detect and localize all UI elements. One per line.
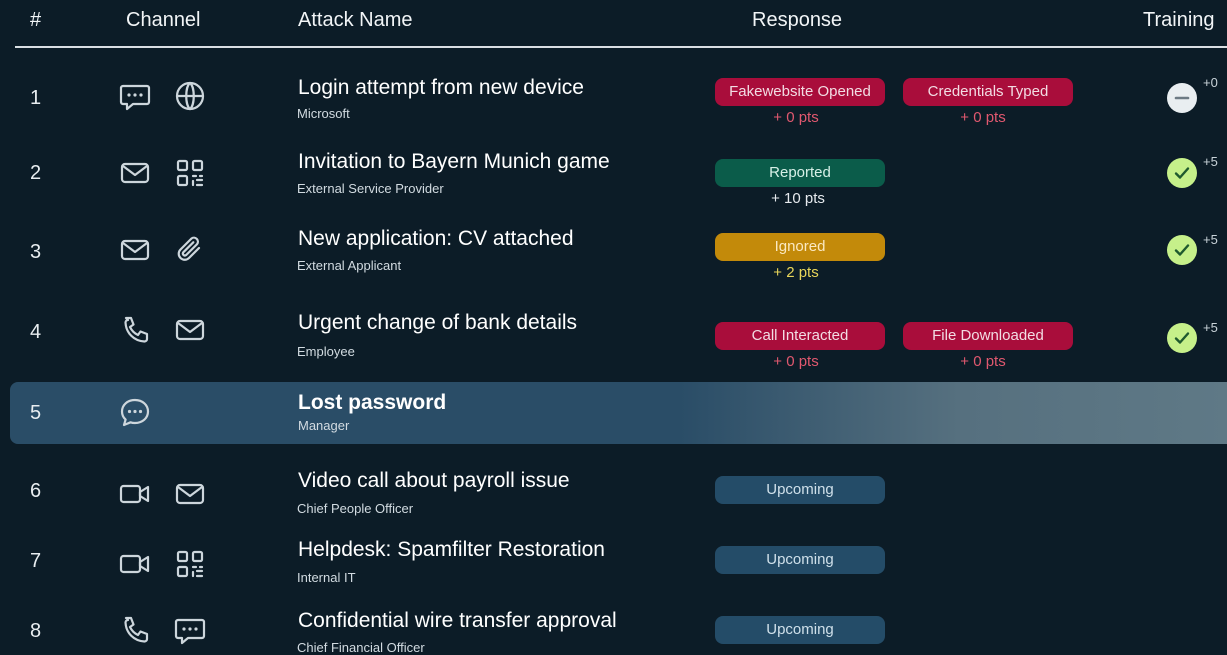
status-upcoming: Upcoming	[715, 476, 885, 504]
row-number: 8	[30, 620, 42, 642]
table-row[interactable]: 4 Urgent change of bank details Employee…	[0, 302, 1227, 372]
attack-title: Lost password	[298, 391, 447, 414]
response-points: + 0 pts	[960, 109, 1006, 126]
minus-icon	[1167, 83, 1197, 113]
paperclip-icon	[173, 233, 207, 267]
table-row[interactable]: 7 Helpdesk: Spamfilter Restoration Inter…	[0, 530, 1227, 600]
response-points: + 10 pts	[771, 190, 825, 207]
mail-icon	[118, 156, 152, 190]
attack-sender: External Applicant	[297, 258, 402, 273]
column-header-channel: Channel	[126, 9, 201, 31]
chat-dots-icon	[118, 395, 152, 429]
mail-icon	[173, 477, 207, 511]
response-points: + 0 pts	[960, 353, 1006, 370]
row-number: 3	[30, 241, 42, 263]
response-badge: Credentials Typed	[903, 78, 1073, 106]
column-header-number: #	[30, 9, 42, 31]
row-number: 1	[30, 87, 42, 109]
row-number: 2	[30, 162, 42, 184]
column-header-attack-name: Attack Name	[298, 9, 413, 31]
training-points: +5	[1203, 154, 1218, 169]
response-badge: Call Interacted	[715, 322, 885, 350]
response-badge: File Downloaded	[903, 322, 1073, 350]
table-row[interactable]: 6 Video call about payroll issue Chief P…	[0, 460, 1227, 530]
attack-sender: External Service Provider	[297, 181, 444, 196]
attack-title: New application: CV attached	[298, 227, 574, 250]
attack-title: Helpdesk: Spamfilter Restoration	[298, 538, 605, 561]
table-row[interactable]: 2 Invitation to Bayern Munich game Exter…	[0, 137, 1227, 207]
training-points: +0	[1203, 75, 1218, 90]
row-number: 4	[30, 321, 42, 343]
attack-title: Video call about payroll issue	[298, 469, 570, 492]
status-upcoming: Upcoming	[715, 546, 885, 574]
header-divider	[15, 46, 1227, 48]
row-number: 7	[30, 550, 42, 572]
attack-title: Login attempt from new device	[298, 76, 584, 99]
chat-icon	[118, 79, 152, 113]
attack-sender: Internal IT	[297, 570, 356, 585]
phone-icon	[118, 613, 152, 647]
table-row[interactable]: 1 Login attempt from new device Microsof…	[0, 62, 1227, 132]
attack-title: Urgent change of bank details	[298, 311, 578, 334]
attack-sender: Chief Financial Officer	[297, 640, 425, 655]
check-icon	[1167, 323, 1197, 353]
video-icon	[118, 477, 152, 511]
response-points: + 0 pts	[773, 353, 819, 370]
row-number: 6	[30, 480, 42, 502]
status-upcoming: Upcoming	[715, 616, 885, 644]
response-badge: Ignored	[715, 233, 885, 261]
attack-sender: Employee	[297, 344, 355, 359]
attack-sender: Microsoft	[297, 106, 350, 121]
mail-icon	[173, 313, 207, 347]
qr-code-icon	[173, 547, 207, 581]
row-number: 5	[30, 402, 42, 424]
table-row-selected[interactable]: 5 Lost password Manager	[10, 382, 1227, 444]
globe-icon	[173, 79, 207, 113]
attack-sender: Manager	[298, 418, 350, 433]
response-badge: Fakewebsite Opened	[715, 78, 885, 106]
attack-title: Confidential wire transfer approval	[298, 609, 617, 632]
column-header-training: Training	[1143, 9, 1215, 31]
qr-code-icon	[173, 156, 207, 190]
table-row[interactable]: 8 Confidential wire transfer approval Ch…	[0, 600, 1227, 655]
training-points: +5	[1203, 320, 1218, 335]
mail-icon	[118, 233, 152, 267]
check-icon	[1167, 158, 1197, 188]
training-points: +5	[1203, 232, 1218, 247]
response-points: + 2 pts	[773, 264, 819, 281]
response-points: + 0 pts	[773, 109, 819, 126]
column-header-response: Response	[752, 9, 843, 31]
response-badge: Reported	[715, 159, 885, 187]
video-icon	[118, 547, 152, 581]
check-icon	[1167, 235, 1197, 265]
chat-icon	[173, 613, 207, 647]
attack-sender: Chief People Officer	[297, 501, 414, 516]
attack-title: Invitation to Bayern Munich game	[298, 150, 610, 173]
phone-icon	[118, 313, 152, 347]
table-row[interactable]: 3 New application: CV attached External …	[0, 217, 1227, 287]
